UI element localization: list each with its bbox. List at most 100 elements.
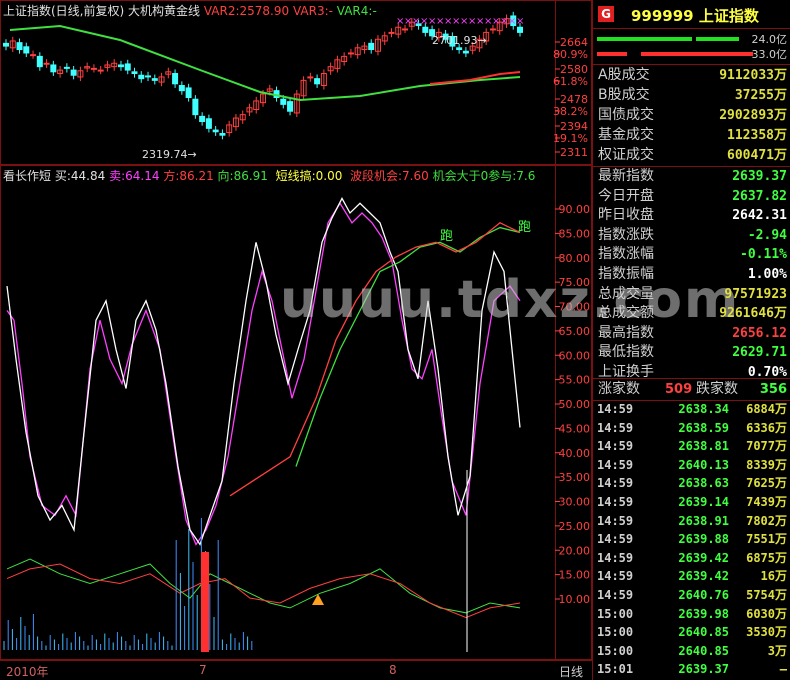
candle-body	[30, 54, 37, 57]
indicator-axis-label: 15.00	[559, 569, 591, 582]
quote-row: 昨日收盘 2642.31	[593, 206, 790, 225]
quote-value: 2629.71	[732, 345, 787, 361]
tick-volume: 7802万	[746, 513, 787, 528]
tick-price: 2638.91	[678, 513, 729, 528]
quote-row: 总成交量 97571923	[593, 285, 790, 304]
indicator-axis-label: 10.00	[559, 593, 591, 606]
tick-time: 14:59	[597, 439, 634, 454]
var2-value: VAR2:2578.90	[203, 4, 290, 18]
indicator-axis-label: 50.00	[559, 398, 591, 411]
chart-area[interactable]: × × × × × × × × × × × × × × × × 2664 80.9% 2580 61.8% 2478 3…	[0, 0, 738, 680]
signal-x-mark: ×	[516, 16, 524, 27]
indicator-axis-label: 60.00	[559, 349, 591, 362]
x-label-month-8: 8	[389, 663, 397, 677]
quote-label: 最新指数	[598, 168, 654, 184]
chart-title: 上证指数(日线,前复权) 大机构黄金线	[3, 4, 200, 18]
candle-body	[368, 42, 375, 51]
tick-volume: 7551万	[746, 532, 787, 547]
tick-row: 14:59 2638.63 7625万	[593, 474, 790, 493]
tick-row: 14:59 2640.76 5754万	[593, 586, 790, 605]
indicator-axis-label: 25.00	[559, 520, 591, 533]
candle-body	[185, 87, 192, 99]
quote-row: 总成交额 9261646万	[593, 304, 790, 323]
quote-panel: G 999999 上证指数 24.0亿 33.0亿 A股成交 9112033万 B股…	[592, 0, 790, 680]
indicator-axis-label: 80.00	[559, 252, 591, 265]
quote-row: 最高指数 2656.12	[593, 324, 790, 343]
tick-row: 14:59 2639.14 7439万	[593, 493, 790, 512]
stat-row: A股成交 9112033万	[593, 66, 790, 85]
tick-price: 2638.59	[678, 420, 729, 435]
indicator-axis-label: 20.00	[559, 544, 591, 557]
candle-body	[23, 46, 30, 54]
indicator-axis-label: 85.00	[559, 227, 591, 240]
tick-price: 2640.85	[678, 625, 729, 640]
bar1-label: 24.0亿	[751, 33, 788, 46]
tick-price: 2638.34	[678, 402, 729, 416]
divider	[593, 378, 790, 379]
candle-body	[138, 74, 145, 80]
up-label: 涨家数	[598, 381, 640, 397]
quote-row: 最低指数 2629.71	[593, 343, 790, 362]
wave-value: 波段机会:7.60	[350, 169, 429, 183]
indicator-axis-label: 45.00	[559, 422, 591, 435]
candlestick-layer: × × × × × × × × × × × × × × × ×	[3, 11, 524, 140]
tick-time: 14:59	[597, 513, 634, 528]
bar1-fill	[597, 37, 692, 41]
tick-volume: 7439万	[746, 495, 787, 509]
xiang-value: 向:86.91	[217, 169, 268, 183]
g-badge[interactable]: G	[598, 6, 614, 22]
candle-body	[314, 78, 321, 85]
quote-value: 2656.12	[732, 325, 787, 341]
quote-label: 最高指数	[598, 324, 654, 341]
candle-body	[70, 69, 77, 76]
candle-body	[63, 66, 70, 69]
indicator-axis-label: 55.00	[559, 374, 591, 387]
tick-time: 14:59	[597, 495, 634, 509]
tick-row: 15:00 2640.85 3万	[593, 642, 790, 661]
candle-body	[43, 62, 50, 65]
tick-row: 15:00 2639.98 6030万	[593, 605, 790, 624]
tick-row: 14:59 2638.34 6884万	[593, 400, 790, 419]
quote-label: 昨日收盘	[598, 207, 654, 224]
stat-label: 国债成交	[598, 107, 654, 123]
chart-canvas[interactable]: × × × × × × × × × × × × × × × × 266480.9%258061.8%24783…	[0, 0, 592, 680]
stat-value: 112358万	[727, 128, 787, 143]
indicator-layer	[3, 197, 521, 652]
low-osc-green	[6, 558, 521, 614]
run-label-1: 跑	[440, 229, 454, 244]
quote-row: 指数涨幅 -0.11%	[593, 245, 790, 264]
tick-row: 14:59 2638.81 7077万	[593, 437, 790, 456]
stat-row: B股成交 37255万	[593, 86, 790, 105]
indicator-panel-border	[0, 165, 592, 660]
tick-row: 14:59 2640.13 8339万	[593, 456, 790, 475]
low-osc-red	[6, 563, 521, 619]
tick-price: 2638.81	[678, 439, 729, 454]
period-label[interactable]: 日线	[559, 663, 583, 680]
quote-stats: 最新指数 2639.37 今日开盘 2637.82 昨日收盘 2642.31 指数涨跌 -2.…	[593, 167, 790, 380]
quote-label: 今日开盘	[598, 187, 654, 204]
candle-body	[219, 132, 226, 136]
tick-time: 14:59	[597, 588, 634, 602]
candle-body	[388, 31, 395, 34]
tick-row: 14:59 2639.42 16万	[593, 567, 790, 586]
indicator-axis-label: 35.00	[559, 471, 591, 484]
candle-body	[402, 28, 409, 31]
triangle-marker	[312, 594, 324, 605]
candle-body	[90, 67, 97, 70]
price-axis-label: 2311	[560, 146, 588, 159]
tick-volume: 6884万	[746, 402, 787, 416]
quote-value: 2637.82	[732, 188, 787, 204]
quote-value: 2639.37	[732, 169, 787, 184]
up-count: 509	[665, 382, 693, 397]
indicator-axis-label: 30.00	[559, 496, 591, 509]
index-name: 上证指数	[698, 7, 759, 25]
index-code: 999999 上证指数	[631, 7, 759, 25]
candle-body	[131, 71, 138, 75]
tick-time: 15:00	[597, 625, 634, 640]
tick-list[interactable]: 14:59 2638.34 6884万 14:59 2638.59 6336万 14:59 2…	[593, 400, 790, 680]
candle-body	[287, 101, 294, 112]
tick-price: 2640.13	[678, 457, 729, 472]
chart-title-line: 上证指数(日线,前复权) 大机构黄金线 VAR2:2578.90 VAR3:- …	[3, 2, 377, 19]
quote-value: 9261646万	[719, 306, 787, 322]
tick-volume: 6030万	[746, 606, 787, 621]
